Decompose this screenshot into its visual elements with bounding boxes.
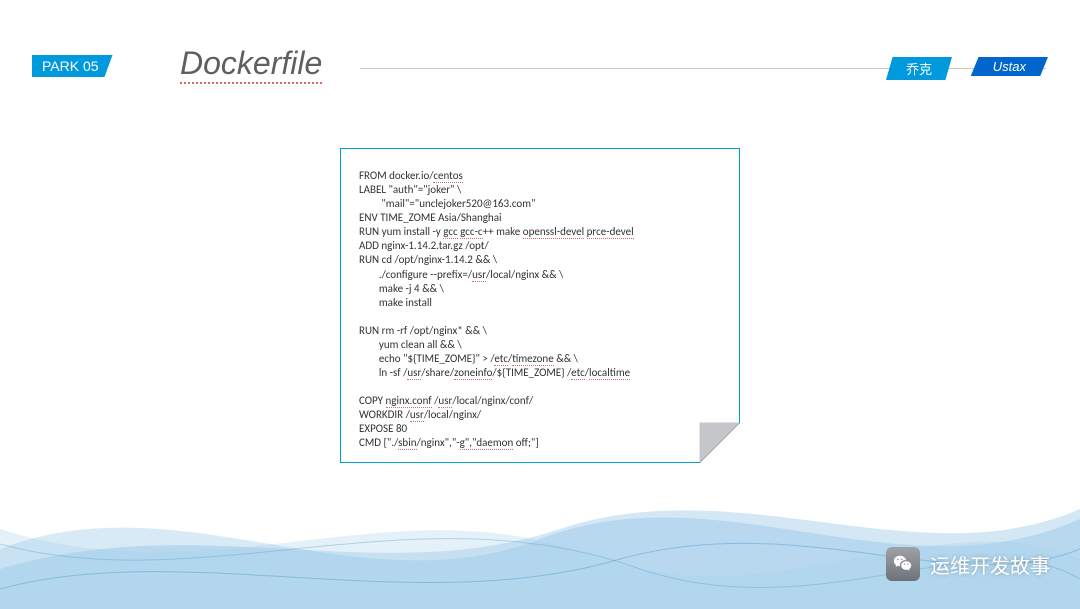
folded-corner-icon	[700, 423, 740, 463]
dockerfile-code-box: FROM docker.io/centos LABEL "auth"="joke…	[340, 148, 740, 463]
slide-title: Dockerfile	[180, 45, 322, 84]
wechat-icon	[886, 547, 920, 581]
wave-decoration	[0, 449, 1080, 609]
dockerfile-code: FROM docker.io/centos LABEL "auth"="joke…	[359, 169, 721, 451]
slide-header: PARK 05 Dockerfile 乔克 Ustax	[0, 55, 1080, 83]
watermark-text: 运维开发故事	[930, 550, 1050, 579]
section-badge: PARK 05	[32, 55, 113, 77]
watermark: 运维开发故事	[886, 547, 1050, 581]
brand-badge: Ustax	[971, 57, 1048, 76]
author-badge: 乔克	[886, 57, 952, 80]
